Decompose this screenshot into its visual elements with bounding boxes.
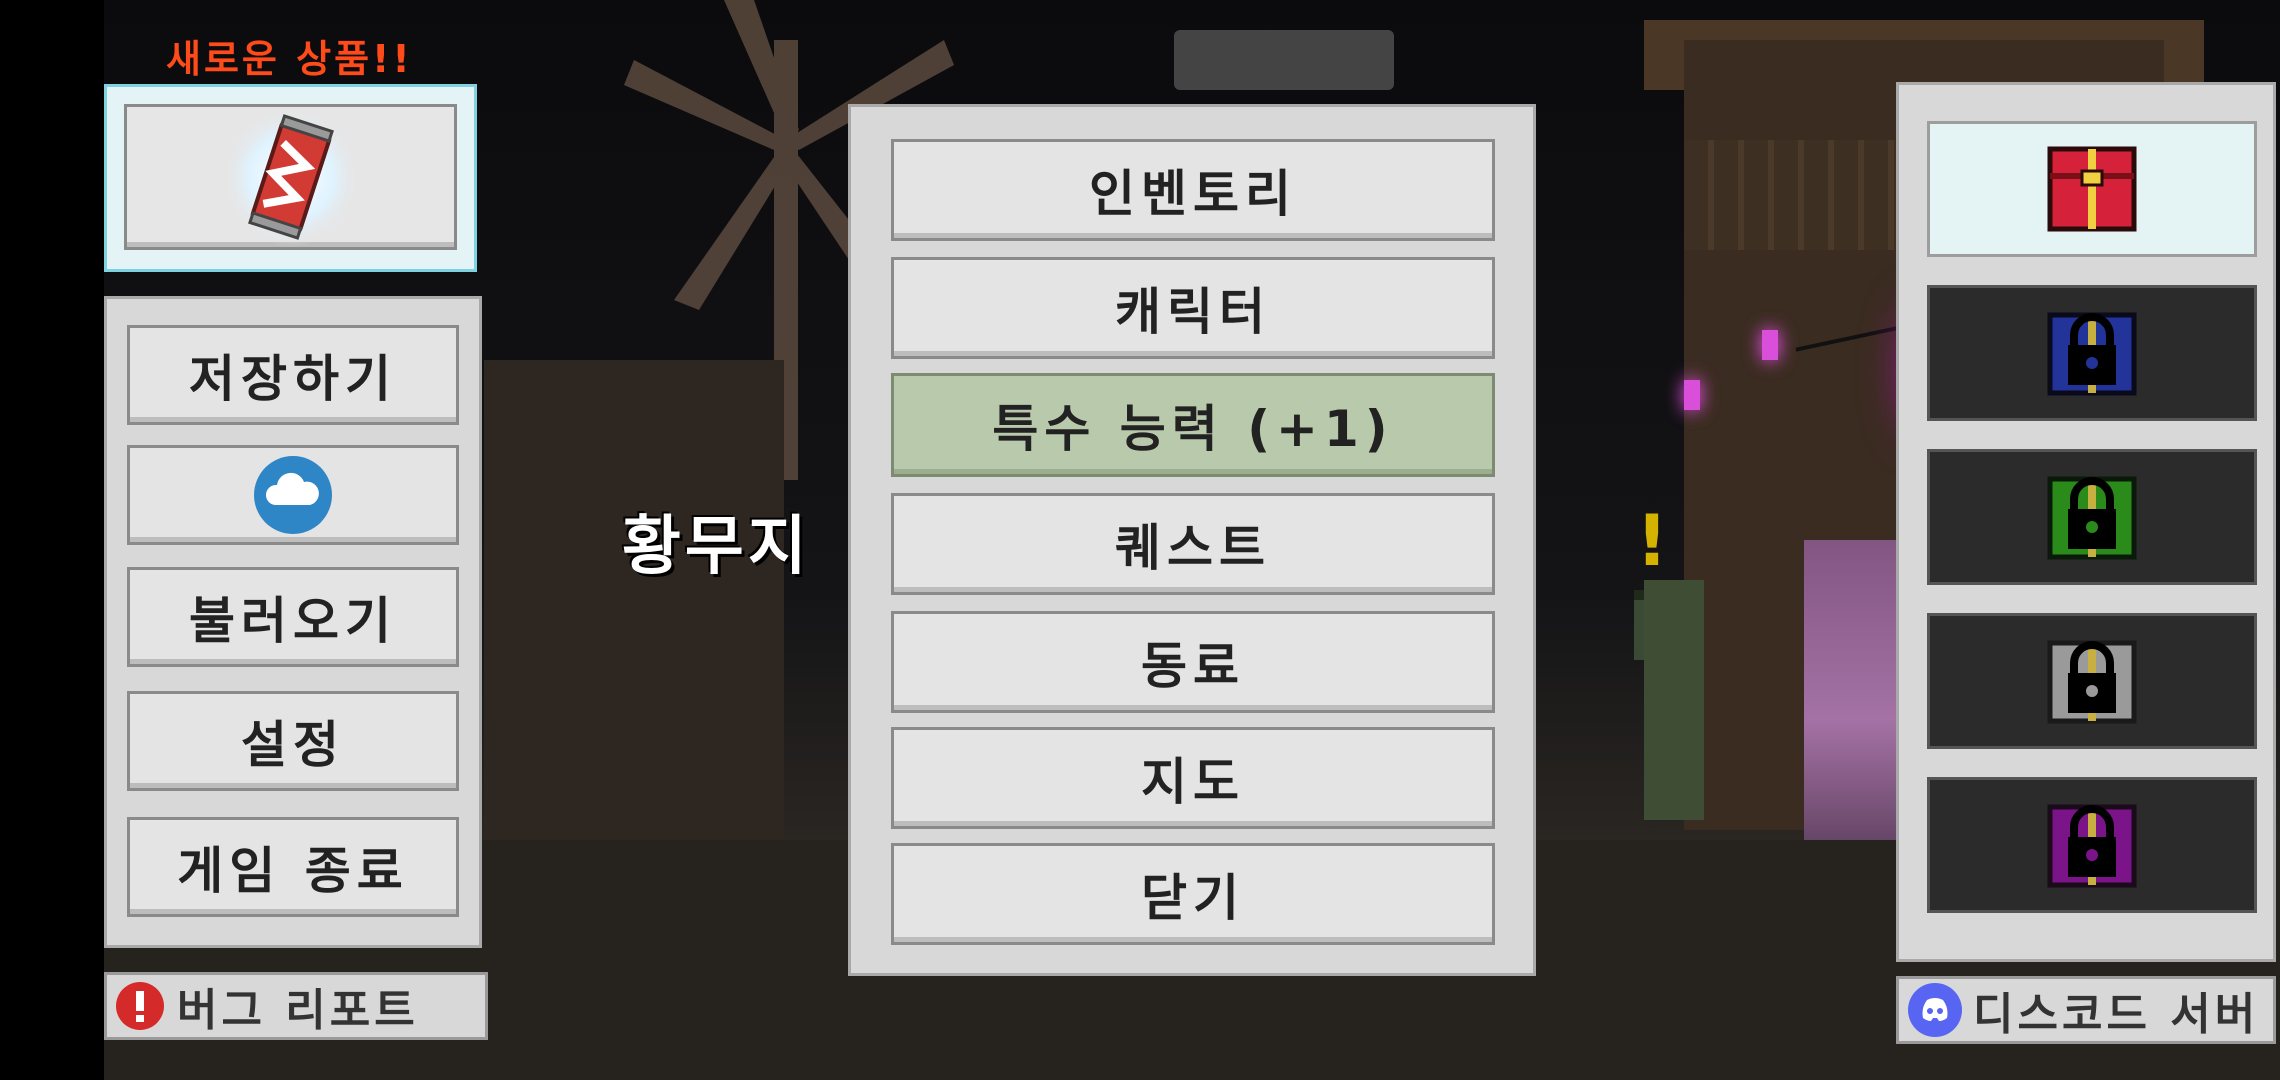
special-ability-button[interactable]: 특수 능력 (+1) xyxy=(891,373,1495,477)
chest-slot-silver[interactable] xyxy=(1927,613,2257,749)
discord-server-label: 디스코드 서버 xyxy=(1973,989,2260,1040)
left-menu-panel: 저장하기 불러오기 설정 게임 종료 xyxy=(104,296,482,948)
chest-slot-green[interactable] xyxy=(1927,449,2257,585)
new-product-frame xyxy=(104,84,477,272)
alert-exclamation: ! xyxy=(1636,500,1668,582)
center-menu-panel: 인벤토리 캐릭터 특수 능력 (+1) 퀘스트 동료 지도 닫기 xyxy=(848,104,1536,976)
settings-button[interactable]: 설정 xyxy=(127,691,459,791)
save-button[interactable]: 저장하기 xyxy=(127,325,459,425)
soda-can-icon xyxy=(220,107,361,247)
bug-report-label: 버그 리포트 xyxy=(177,985,419,1036)
discord-server-button[interactable]: 디스코드 서버 xyxy=(1896,976,2276,1044)
chest-slot-red[interactable] xyxy=(1927,121,2257,257)
silver-chest-icon xyxy=(2047,640,2137,724)
companion-button[interactable]: 동료 xyxy=(891,611,1495,713)
character-button[interactable]: 캐릭터 xyxy=(891,257,1495,359)
new-product-button[interactable] xyxy=(124,104,457,250)
chest-slot-purple[interactable] xyxy=(1927,777,2257,913)
inventory-button[interactable]: 인벤토리 xyxy=(891,139,1495,241)
cloud-icon xyxy=(254,456,332,534)
wooden-building xyxy=(484,360,784,840)
new-product-label: 새로운 상품!! xyxy=(166,37,413,81)
map-button[interactable]: 지도 xyxy=(891,727,1495,829)
cloud-shape xyxy=(1174,30,1394,90)
quest-button[interactable]: 퀘스트 xyxy=(891,493,1495,595)
load-button[interactable]: 불러오기 xyxy=(127,567,459,667)
close-button[interactable]: 닫기 xyxy=(891,843,1495,945)
player-character xyxy=(1644,580,1704,820)
region-name: 황무지 xyxy=(622,510,811,584)
alert-icon xyxy=(116,982,164,1030)
cloud-button[interactable] xyxy=(127,445,459,545)
string-light-bulb xyxy=(1684,380,1700,410)
string-light-bulb xyxy=(1762,330,1778,360)
purple-chest-icon xyxy=(2047,804,2137,888)
green-chest-icon xyxy=(2047,476,2137,560)
discord-icon xyxy=(1908,983,1962,1037)
quit-game-button[interactable]: 게임 종료 xyxy=(127,817,459,917)
bug-report-button[interactable]: 버그 리포트 xyxy=(104,972,488,1040)
chest-slot-blue[interactable] xyxy=(1927,285,2257,421)
chest-panel xyxy=(1896,82,2276,962)
red-chest-icon xyxy=(2047,146,2137,232)
blue-chest-icon xyxy=(2047,312,2137,396)
